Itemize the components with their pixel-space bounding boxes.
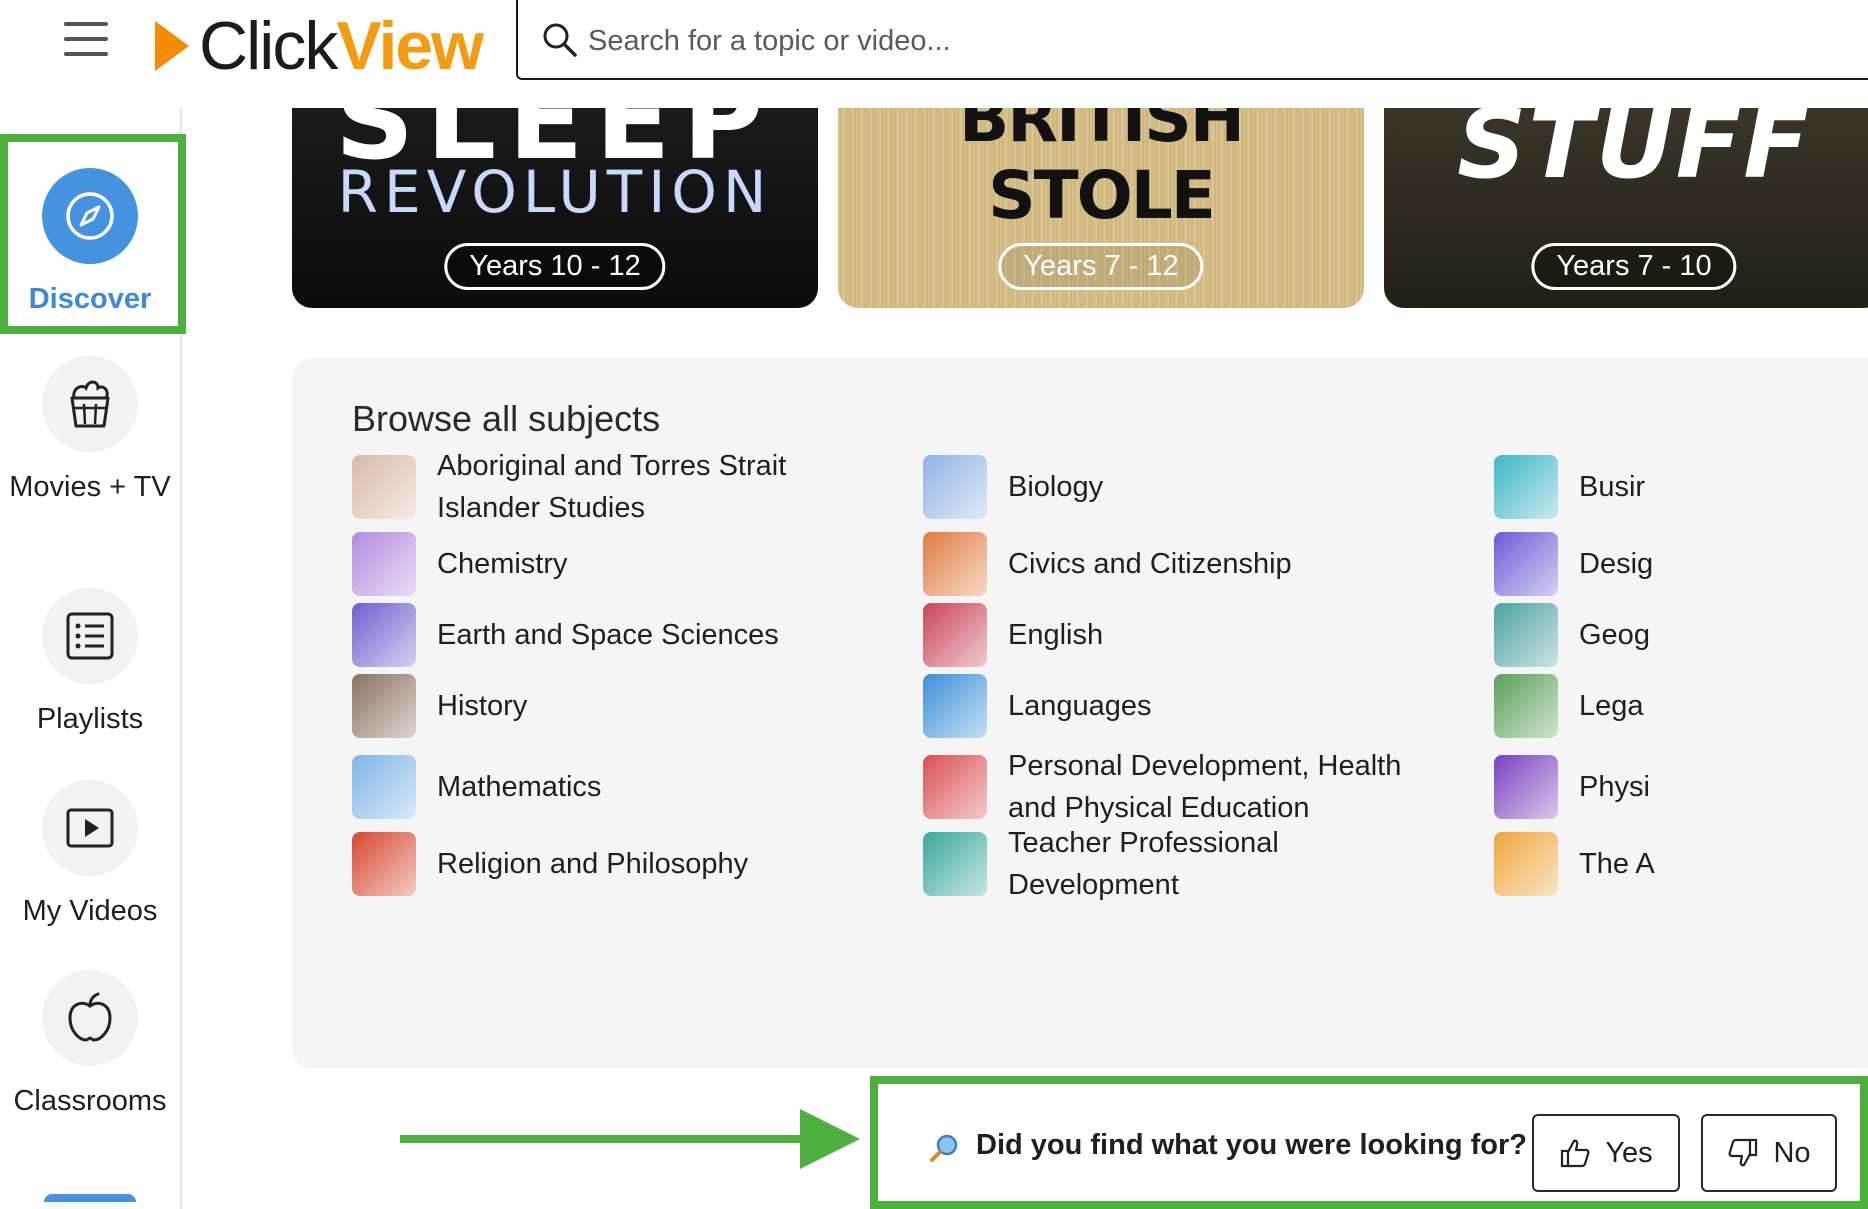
subject-label: History	[437, 690, 528, 722]
subject-label: English	[1008, 619, 1104, 651]
subject-label: Chemistry	[437, 548, 568, 580]
subject-item[interactable]: English	[923, 603, 1403, 667]
thumbs-down-icon	[1728, 1138, 1758, 1167]
popcorn-icon	[42, 356, 138, 452]
clickview-logo[interactable]: Click View	[155, 6, 484, 86]
subject-thumbnail-icon	[1494, 832, 1558, 896]
browse-title: Browse all subjects	[352, 398, 661, 439]
apple-icon	[42, 970, 138, 1066]
subject-item[interactable]: Aboriginal and Torres Strait Islander St…	[352, 445, 832, 529]
subject-item[interactable]: Earth and Space Sciences	[352, 603, 832, 667]
years-badge: Years 7 - 12	[998, 243, 1204, 290]
video-card[interactable]: STUFF Years 7 - 10	[1384, 108, 1868, 308]
browse-subjects-panel: Browse all subjects Aboriginal and Torre…	[292, 358, 1868, 1068]
sidebar-item-classrooms[interactable]: Classrooms	[0, 970, 180, 1122]
subject-thumbnail-icon	[923, 674, 987, 738]
subject-thumbnail-icon	[352, 455, 416, 519]
subject-thumbnail-icon	[923, 603, 987, 667]
subject-thumbnail-icon	[352, 532, 416, 596]
subject-item[interactable]: Civics and Citizenship	[923, 532, 1403, 596]
subject-item[interactable]: History	[352, 674, 832, 738]
subject-label: Civics and Citizenship	[1008, 548, 1292, 580]
logo-play-icon	[155, 21, 189, 71]
subject-thumbnail-icon	[1494, 455, 1558, 519]
subject-item[interactable]: Geog	[1494, 603, 1834, 667]
subject-thumbnail-icon	[352, 755, 416, 819]
feedback-yes-button[interactable]: Yes	[1532, 1114, 1680, 1192]
subject-label: Mathematics	[437, 771, 602, 803]
subject-item[interactable]: Languages	[923, 674, 1403, 738]
feedback-bar: Did you find what you were looking for? …	[870, 1076, 1868, 1209]
subject-item[interactable]: Busir	[1494, 445, 1834, 529]
next-nav-item-partial	[44, 1194, 136, 1202]
subject-thumbnail-icon	[1494, 603, 1558, 667]
subject-item[interactable]: Physi	[1494, 745, 1834, 829]
subject-thumbnail-icon	[1494, 755, 1558, 819]
search-bar[interactable]	[516, 0, 1868, 80]
years-badge: Years 10 - 12	[444, 243, 666, 290]
subject-thumbnail-icon	[1494, 674, 1558, 738]
subject-label: Biology	[1008, 471, 1104, 503]
arrow-head	[800, 1109, 860, 1169]
feedback-no-button[interactable]: No	[1701, 1114, 1837, 1192]
subject-thumbnail-icon	[352, 674, 416, 738]
sidebar-item-playlists[interactable]: Playlists	[0, 588, 180, 740]
search-icon	[543, 23, 577, 57]
sidebar-item-label: Playlists	[36, 703, 144, 735]
subject-thumbnail-icon	[923, 455, 987, 519]
subject-thumbnail-icon	[352, 832, 416, 896]
list-icon	[42, 588, 138, 684]
sidebar-item-label: Movies + TV	[9, 471, 171, 503]
sidebar-item-discover[interactable]: Discover	[0, 168, 180, 320]
magnifier-icon	[930, 1134, 958, 1162]
sidebar-item-my-videos[interactable]: My Videos	[0, 780, 180, 932]
sidebar-nav: Discover Movies + TV Playlists My Videos…	[0, 108, 182, 1209]
subject-item[interactable]: Lega	[1494, 674, 1834, 738]
thumbs-up-icon	[1561, 1139, 1590, 1168]
subject-label: Aboriginal and Torres Strait Islander St…	[437, 450, 787, 524]
subject-label: Religion and Philosophy	[437, 848, 749, 880]
sidebar-item-label: Classrooms	[13, 1085, 167, 1117]
subject-label: Busir	[1579, 471, 1646, 503]
subject-item[interactable]: Biology	[923, 445, 1403, 529]
compass-icon	[42, 168, 138, 264]
subject-item[interactable]: Teacher Professional Development	[923, 827, 1403, 901]
arrow-annotation	[400, 1135, 810, 1143]
sidebar-item-label: My Videos	[22, 895, 158, 927]
subject-item[interactable]: The A	[1494, 832, 1834, 896]
video-card[interactable]: BRITISH STOLE Years 7 - 12	[838, 108, 1364, 308]
subject-thumbnail-icon	[923, 532, 987, 596]
subject-label: The A	[1579, 848, 1655, 880]
feedback-question: Did you find what you were looking for?	[976, 1129, 1527, 1161]
subject-label: Earth and Space Sciences	[437, 619, 779, 651]
sidebar-item-label: Discover	[28, 283, 152, 315]
subject-item[interactable]: Desig	[1494, 532, 1834, 596]
subject-label: Personal Development, Health and Physica…	[1008, 750, 1402, 824]
sidebar-item-movies-tv[interactable]: Movies + TV	[0, 356, 180, 508]
subject-thumbnail-icon	[352, 603, 416, 667]
video-card[interactable]: SLEEP REVOLUTION Years 10 - 12	[292, 108, 818, 308]
subject-label: Lega	[1579, 690, 1644, 722]
subject-item[interactable]: Mathematics	[352, 745, 832, 829]
top-header: Click View	[0, 0, 1868, 108]
subject-thumbnail-icon	[923, 755, 987, 819]
search-input[interactable]	[586, 14, 1790, 68]
subject-label: Geog	[1579, 619, 1650, 651]
subject-item[interactable]: Personal Development, Health and Physica…	[923, 745, 1403, 829]
hamburger-menu-icon[interactable]	[64, 22, 108, 56]
subject-item[interactable]: Chemistry	[352, 532, 832, 596]
subject-label: Physi	[1579, 771, 1650, 803]
subject-label: Languages	[1008, 690, 1152, 722]
play-icon	[42, 780, 138, 876]
subject-label: Desig	[1579, 548, 1654, 580]
subject-label: Teacher Professional Development	[1008, 827, 1279, 901]
subject-thumbnail-icon	[923, 832, 987, 896]
years-badge: Years 7 - 10	[1531, 243, 1737, 290]
subject-thumbnail-icon	[1494, 532, 1558, 596]
subject-item[interactable]: Religion and Philosophy	[352, 832, 832, 896]
